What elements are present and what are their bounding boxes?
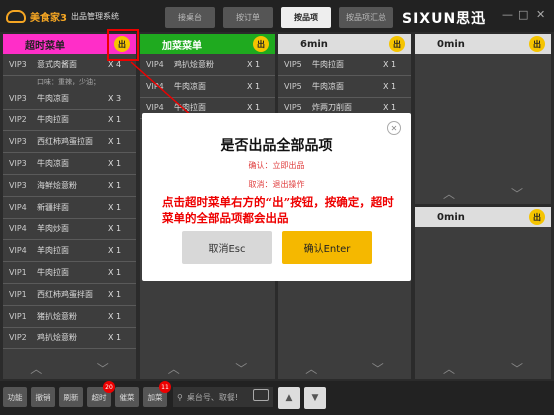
keyboard-icon[interactable] — [253, 389, 269, 401]
overtime-count-badge: 20 — [103, 381, 115, 393]
bottom-toolbar: 功能 撤销 刷新 超时 20 催菜 加菜 11 ⚲ 桌台号、取餐! ▲ ▼ — [0, 381, 554, 415]
rush-button[interactable]: 催菜 — [115, 387, 139, 407]
cancel-button[interactable]: 取消Esc — [182, 231, 272, 264]
add-dish-button[interactable]: 加菜 11 — [143, 381, 171, 407]
page-up-button[interactable]: ▲ — [278, 387, 300, 409]
refresh-button[interactable]: 刷新 — [59, 387, 83, 407]
undo-button[interactable]: 撤销 — [31, 387, 55, 407]
dialog-close-icon[interactable]: ✕ — [387, 121, 401, 135]
function-button[interactable]: 功能 — [3, 387, 27, 407]
dialog-title: 是否出品全部品项 — [220, 138, 333, 154]
overtime-button[interactable]: 超时 20 — [87, 381, 115, 407]
add-dish-count-badge: 11 — [159, 381, 171, 393]
confirm-dialog: ✕ 是否出品全部品项 确认：立即出品 取消：退出操作 点击超时菜单右方的“出”按… — [142, 113, 411, 281]
dialog-cancel-hint: 取消：退出操作 — [248, 180, 305, 189]
page-down-button[interactable]: ▼ — [304, 387, 326, 409]
search-icon: ⚲ — [177, 392, 183, 402]
confirm-button[interactable]: 确认Enter — [282, 231, 372, 264]
annotation-text: 点击超时菜单右方的“出”按钮，按确定，超时菜单的全部品项都会出品 — [162, 195, 394, 225]
dialog-confirm-hint: 确认：立即出品 — [248, 161, 305, 170]
